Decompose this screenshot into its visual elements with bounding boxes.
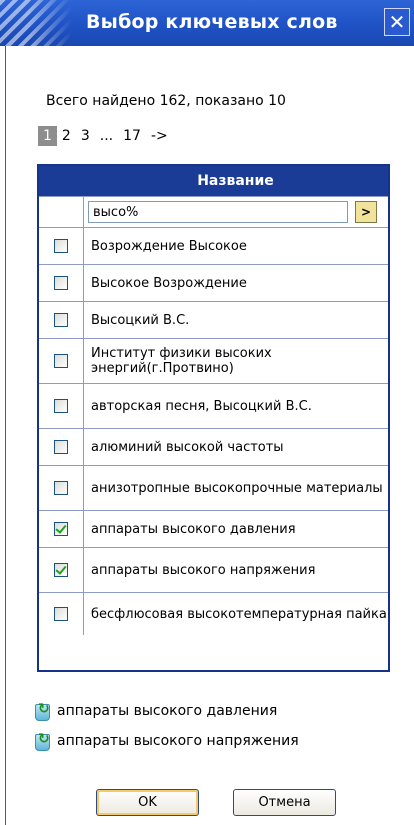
row-label: аппараты высокого давления xyxy=(91,521,296,537)
row-label: бесфлюсовая высокотемпературная пайка xyxy=(91,606,387,622)
search-go-button[interactable]: > xyxy=(355,201,377,223)
table-row: бесфлюсовая высокотемпературная пайка xyxy=(39,592,388,635)
row-checkbox[interactable] xyxy=(54,522,68,536)
checkbox-cell xyxy=(39,265,84,301)
table-header-name: Название xyxy=(83,166,388,196)
table-header-checkbox-column xyxy=(39,166,83,196)
pagination: 1 2 3... 17 -> xyxy=(38,124,173,148)
recycle-bin-icon[interactable]: ↻ xyxy=(32,700,54,722)
pager-page[interactable]: 3 xyxy=(76,126,95,146)
checkbox-cell xyxy=(39,339,84,383)
checkbox-cell xyxy=(39,228,84,264)
cancel-button[interactable]: Отмена xyxy=(233,789,336,816)
pager-next[interactable]: -> xyxy=(146,126,173,146)
window-title: Выбор ключевых слов xyxy=(86,11,338,33)
title-bar: Выбор ключевых слов ✕ xyxy=(0,0,414,46)
row-checkbox[interactable] xyxy=(54,440,68,454)
ok-button[interactable]: OK xyxy=(96,789,199,816)
selected-item-label: аппараты высокого напряжения xyxy=(57,733,299,749)
row-label: Высоцкий В.С. xyxy=(91,312,190,328)
row-checkbox[interactable] xyxy=(54,313,68,327)
row-label: Институт физики высоких энергий(г.Протви… xyxy=(91,346,272,376)
results-summary: Всего найдено 162, показано 10 xyxy=(46,93,286,109)
table-row: анизотропные высокопрочные материалы xyxy=(39,465,388,510)
selected-item: ↻ аппараты высокого напряжения xyxy=(32,726,299,756)
recycle-bin-icon[interactable]: ↻ xyxy=(32,730,54,752)
arrow-right-icon: > xyxy=(360,204,372,219)
row-label: Высокое Возрождение xyxy=(91,275,247,291)
close-icon: ✕ xyxy=(388,10,406,34)
table-row: аппараты высокого давления xyxy=(39,510,388,547)
table-row: Высоцкий В.С. xyxy=(39,301,388,338)
row-label: алюминий высокой частоты xyxy=(91,439,284,455)
row-label: авторская песня, Высоцкий В.С. xyxy=(91,398,312,414)
checkbox-cell xyxy=(39,511,84,547)
table-row: авторская песня, Высоцкий В.С. xyxy=(39,383,388,428)
close-button[interactable]: ✕ xyxy=(384,8,410,36)
row-label: Возрождение Высокое xyxy=(91,238,247,254)
checkbox-cell xyxy=(39,466,84,510)
search-row-spacer xyxy=(39,197,84,227)
row-checkbox[interactable] xyxy=(54,276,68,290)
row-checkbox[interactable] xyxy=(54,481,68,495)
row-checkbox[interactable] xyxy=(54,354,68,368)
row-label: аппараты высокого напряжения xyxy=(91,562,316,578)
table-row: алюминий высокой частоты xyxy=(39,428,388,465)
pager-page[interactable]: 17 xyxy=(118,126,146,146)
search-cell: > xyxy=(84,201,388,223)
selected-keywords: ↻ аппараты высокого давления ↻ аппараты выс… xyxy=(32,696,299,756)
table-row: Институт физики высоких энергий(г.Протви… xyxy=(39,338,388,383)
row-checkbox[interactable] xyxy=(54,239,68,253)
table-row: Возрождение Высокое xyxy=(39,227,388,264)
row-checkbox[interactable] xyxy=(54,607,68,621)
keywords-table: Название > Возрождение Высокое Высокое Во… xyxy=(37,164,390,672)
checkbox-cell xyxy=(39,302,84,338)
pager-page[interactable]: 1 xyxy=(38,126,57,146)
row-checkbox[interactable] xyxy=(54,563,68,577)
row-checkbox[interactable] xyxy=(54,399,68,413)
title-bar-logo xyxy=(0,0,72,46)
window-border xyxy=(5,46,6,825)
search-input[interactable] xyxy=(88,201,348,223)
selected-item: ↻ аппараты высокого давления xyxy=(32,696,299,726)
checkbox-cell xyxy=(39,429,84,465)
checkbox-cell xyxy=(39,548,84,592)
table-row: аппараты высокого напряжения xyxy=(39,547,388,592)
table-row: Высокое Возрождение xyxy=(39,264,388,301)
pager-page: ... xyxy=(99,128,114,144)
checkbox-cell xyxy=(39,593,84,635)
selected-item-label: аппараты высокого давления xyxy=(57,703,278,719)
pager-page[interactable]: 2 xyxy=(57,126,76,146)
checkbox-cell xyxy=(39,384,84,428)
row-label: анизотропные высокопрочные материалы xyxy=(91,480,383,496)
search-row: > xyxy=(39,196,388,227)
